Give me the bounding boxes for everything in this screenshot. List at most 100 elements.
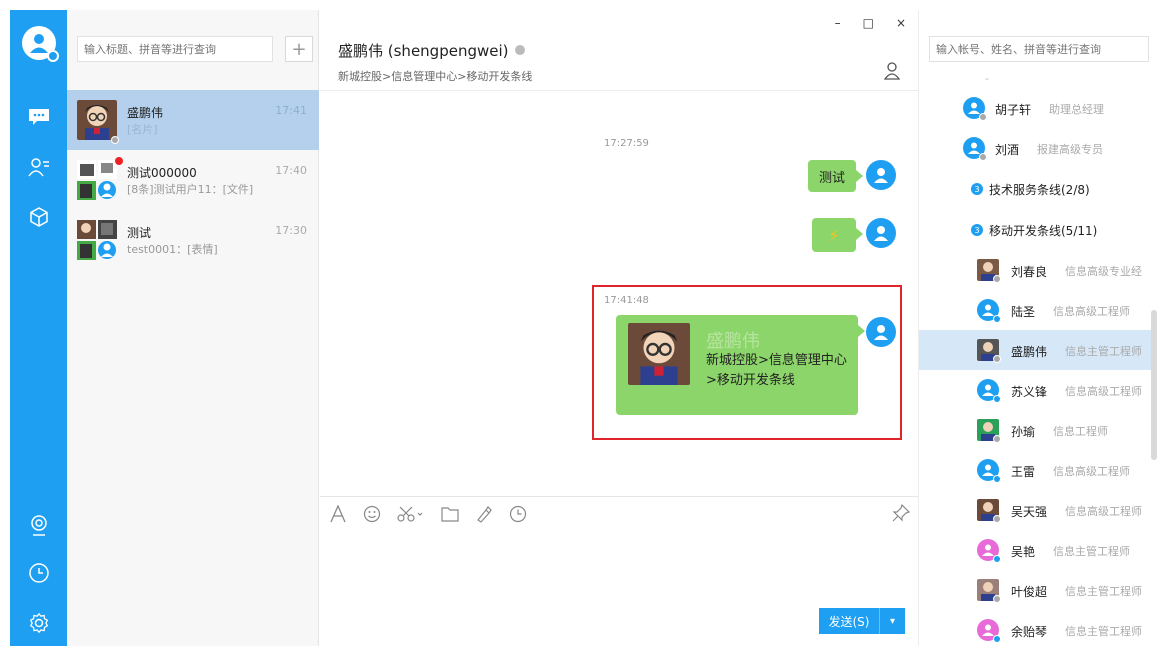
contact-row[interactable]: 刘酒 报建高级专员 <box>919 128 1151 168</box>
session-avatar <box>77 100 117 140</box>
session-item[interactable]: 盛鹏伟 [名片] 17:41 <box>67 90 319 150</box>
presence-dot <box>514 45 525 55</box>
card-avatar <box>628 323 690 385</box>
contact-title: 信息高级工程师 <box>1065 505 1142 518</box>
person-icon <box>883 62 901 80</box>
my-avatar[interactable] <box>22 26 59 62</box>
chat-org-path: 新城控股>信息管理中心>移动开发条线 <box>338 70 533 83</box>
contact-title: 信息主管工程师 <box>1065 625 1142 638</box>
add-session-button[interactable]: + <box>285 36 313 62</box>
contact-row[interactable]: 刘春良 信息高级专业经 <box>919 250 1151 290</box>
sender-avatar[interactable] <box>866 160 896 190</box>
maximize-button[interactable]: □ <box>863 16 874 30</box>
session-item[interactable]: 测试 test0001：[表情] 17:30 <box>67 210 319 270</box>
im-app-window: + 盛鹏伟 [名片] 17:41 测试000000 [8条]测试用户11：[文 <box>0 0 1158 646</box>
shake-button[interactable] <box>474 504 494 524</box>
session-item[interactable]: 测试000000 [8条]测试用户11：[文件] 17:40 <box>67 150 319 210</box>
contact-row[interactable]: 孙瑜 信息工程师 <box>919 410 1151 450</box>
contact-title: 信息高级工程师 <box>1053 305 1130 318</box>
status-dot <box>993 275 1001 283</box>
contact-row[interactable]: 胡子轩 助理总经理 <box>919 88 1151 128</box>
contact-title: 助理总经理 <box>1049 103 1104 116</box>
chat-title: 盛鹏伟 (shengpengwei) <box>338 40 525 61</box>
input-toolbar <box>328 504 528 524</box>
user-icon <box>968 142 980 154</box>
file-button[interactable] <box>440 504 460 524</box>
screenshot-button[interactable] <box>396 504 426 524</box>
contact-row[interactable]: 盛鹏伟 信息主管工程师 <box>919 330 1151 370</box>
user-icon <box>982 464 994 476</box>
message-timestamp: 17:27:59 <box>604 138 649 149</box>
contact-row[interactable]: 王雷 信息高级工程师 <box>919 450 1151 490</box>
nav-messages-button[interactable] <box>24 102 54 132</box>
unread-dot <box>115 157 123 165</box>
nav-history-button[interactable] <box>24 558 54 588</box>
chat-bubble-icon <box>29 109 49 125</box>
user-icon <box>874 168 888 183</box>
contact-name: 苏义锋 <box>1011 385 1048 399</box>
contact-card-bubble[interactable]: 盛鹏伟 新城控股>信息管理中心>移动开发条线 <box>616 315 865 415</box>
message-input[interactable] <box>328 532 908 602</box>
status-dot <box>993 635 1001 643</box>
user-icon <box>30 34 48 53</box>
window-controls: – □ × <box>835 16 906 30</box>
contact-row[interactable]: 苏义锋 信息高级工程师 <box>919 370 1151 410</box>
contact-row[interactable]: 吴天强 信息高级工程师 <box>919 490 1151 530</box>
contact-title: 信息主管工程师 <box>1065 585 1142 598</box>
contact-group-row[interactable]: 3 移动开发条线(5/11) <box>919 210 1151 250</box>
scrollbar[interactable] <box>1151 310 1157 460</box>
status-dot <box>111 136 119 144</box>
user-icon <box>982 304 994 316</box>
message-bubble[interactable]: 测试 <box>808 160 863 192</box>
user-icon <box>874 226 888 241</box>
session-name: 测试000000 <box>127 166 197 180</box>
contact-row[interactable]: 叶俊超 信息主管工程师 <box>919 570 1151 610</box>
nav-settings-button[interactable] <box>24 608 54 638</box>
clock-icon <box>29 563 49 583</box>
sender-avatar[interactable] <box>866 317 896 347</box>
close-button[interactable]: × <box>896 16 906 30</box>
minimize-button[interactable]: – <box>835 16 841 30</box>
profile-button[interactable] <box>883 62 901 83</box>
message-bubble[interactable]: ⚡ <box>812 218 863 252</box>
status-dot <box>993 315 1001 323</box>
contact-row[interactable]: 吴艳 信息主管工程师 <box>919 530 1151 570</box>
nav-apps-button[interactable] <box>24 202 54 232</box>
status-dot <box>979 153 987 161</box>
user-icon <box>982 544 994 556</box>
contact-name: 刘春良 <box>1011 265 1048 279</box>
send-button[interactable]: 发送(S) <box>819 608 879 634</box>
nav-meeting-button[interactable] <box>24 510 54 540</box>
session-search-input[interactable] <box>77 36 273 62</box>
divider <box>320 90 918 91</box>
emoji-button[interactable] <box>362 504 382 524</box>
session-time: 17:40 <box>275 164 307 177</box>
contact-name: 刘酒 <box>995 143 1020 157</box>
pin-button[interactable] <box>892 503 911 525</box>
history-button[interactable] <box>508 504 528 524</box>
nav-contacts-button[interactable] <box>24 152 54 182</box>
contact-title: 信息高级工程师 <box>1065 385 1142 398</box>
divider <box>320 496 918 497</box>
contact-title: 信息高级专业经 <box>1065 265 1142 278</box>
sender-avatar[interactable] <box>866 218 896 248</box>
chat-title-text: 盛鹏伟 (shengpengwei) <box>338 42 509 60</box>
contact-search-input[interactable] <box>929 36 1149 62</box>
chevron-down-icon: ▾ <box>889 615 896 627</box>
smile-icon <box>363 505 381 523</box>
contact-name: 王雷 <box>1011 465 1036 479</box>
contact-row[interactable]: 陆圣 信息高级工程师 <box>919 290 1151 330</box>
status-dot <box>993 595 1001 603</box>
contact-name: 余贻琴 <box>1011 625 1048 639</box>
session-preview: [8条]测试用户11：[文件] <box>127 183 254 196</box>
status-dot <box>993 475 1001 483</box>
send-options-button[interactable]: ▾ <box>879 608 905 634</box>
contact-row[interactable]: 余贻琴 信息主管工程师 <box>919 610 1151 646</box>
pin-icon <box>892 503 911 522</box>
status-dot <box>993 435 1001 443</box>
group-name: 移动开发条线(5/11) <box>989 224 1098 238</box>
contact-group-row[interactable]: 3 技术服务条线(2/8) <box>919 169 1151 209</box>
group-badge: 3 <box>971 183 983 195</box>
font-button[interactable] <box>328 504 348 524</box>
user-icon <box>982 384 994 396</box>
